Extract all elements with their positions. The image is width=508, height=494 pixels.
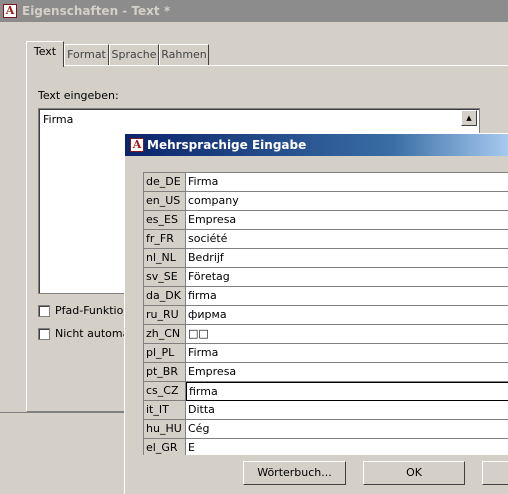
translation-cell[interactable]: Empresa — [186, 363, 508, 382]
language-code: ru_RU — [144, 306, 186, 325]
dictionary-button-label: Wörterbuch... — [257, 466, 332, 479]
tab-label: Format — [67, 48, 106, 61]
tab-language[interactable]: Sprache — [109, 44, 159, 65]
path-function-checkbox[interactable] — [38, 305, 50, 317]
tab-frame[interactable]: Rahmen — [159, 44, 209, 65]
grid-row: en_US company — [144, 192, 508, 211]
translation-cell[interactable]: Ε — [186, 439, 508, 455]
grid-row: it_IT Ditta — [144, 401, 508, 420]
grid-row: nl_NL Bedrijf — [144, 249, 508, 268]
translation-cell-selected[interactable]: firma — [186, 382, 508, 401]
grid-row: pt_BR Empresa — [144, 363, 508, 382]
tab-text[interactable]: Text — [26, 41, 64, 67]
translation-cell[interactable]: firma — [186, 287, 508, 306]
grid-row: ru_RU фирма — [144, 306, 508, 325]
tab-label: Text — [33, 45, 57, 58]
not-automatic-checkbox[interactable] — [38, 328, 50, 340]
translation-cell[interactable]: Firma — [186, 344, 508, 363]
language-grid: de_DE Firma en_US company es_ES Empresa … — [143, 172, 508, 455]
tab-format[interactable]: Format — [64, 44, 109, 65]
translation-cell[interactable]: Bedrijf — [186, 249, 508, 268]
grid-row: sv_SE Företag — [144, 268, 508, 287]
translation-cell[interactable]: фирма — [186, 306, 508, 325]
language-code: zh_CN — [144, 325, 186, 344]
grid-row: cs_CZ firma — [144, 382, 508, 401]
dictionary-button[interactable]: Wörterbuch... — [243, 461, 346, 485]
grid-row: da_DK firma — [144, 287, 508, 306]
dialog-title: Mehrsprachige Eingabe — [147, 138, 307, 152]
ok-button[interactable]: OK — [363, 461, 465, 485]
grid-row: de_DE Firma — [144, 173, 508, 192]
language-code: cs_CZ — [144, 382, 186, 401]
grid-row: fr_FR société — [144, 230, 508, 249]
language-code: hu_HU — [144, 420, 186, 439]
translation-cell[interactable]: Firma — [186, 173, 508, 192]
window-title: Eigenschaften - Text * — [22, 4, 171, 18]
language-code: sv_SE — [144, 268, 186, 287]
scroll-up-button[interactable]: ▲ — [461, 110, 477, 126]
multilingual-dialog: A Mehrsprachige Eingabe de_DE Firma en_U… — [124, 133, 508, 494]
translation-cell[interactable]: company — [186, 192, 508, 211]
language-code: pl_PL — [144, 344, 186, 363]
dialog-title-bar: A Mehrsprachige Eingabe — [125, 134, 508, 156]
ok-button-label: OK — [406, 466, 422, 479]
translation-cell[interactable]: Företag — [186, 268, 508, 287]
language-code: de_DE — [144, 173, 186, 192]
language-code: fr_FR — [144, 230, 186, 249]
grid-row: pl_PL Firma — [144, 344, 508, 363]
tab-label: Sprache — [111, 48, 157, 61]
text-input-label-text: Text eingeben: — [38, 89, 119, 102]
dialog-app-icon: A — [130, 138, 144, 152]
language-code: it_IT — [144, 401, 186, 420]
grid-row: el_GR Ε — [144, 439, 508, 455]
grid-row: zh_CN □□ — [144, 325, 508, 344]
translation-cell[interactable]: □□ — [186, 325, 508, 344]
grid-row: hu_HU Cég — [144, 420, 508, 439]
language-code: en_US — [144, 192, 186, 211]
translation-cell[interactable]: société — [186, 230, 508, 249]
translation-cell[interactable]: Cég — [186, 420, 508, 439]
tab-label: Rahmen — [161, 48, 207, 61]
language-code: es_ES — [144, 211, 186, 230]
grid-row: es_ES Empresa — [144, 211, 508, 230]
language-code: pt_BR — [144, 363, 186, 382]
language-code: nl_NL — [144, 249, 186, 268]
text-input-label: Text eingeben: — [38, 89, 119, 102]
cancel-button-partial[interactable] — [482, 461, 508, 485]
text-input-value: Firma — [43, 113, 74, 126]
language-code: da_DK — [144, 287, 186, 306]
translation-cell[interactable]: Ditta — [186, 401, 508, 420]
properties-title-bar: A Eigenschaften - Text * — [0, 0, 508, 22]
panel-divider — [0, 412, 124, 413]
app-icon: A — [3, 4, 17, 18]
triangle-up-icon: ▲ — [466, 114, 472, 122]
translation-cell[interactable]: Empresa — [186, 211, 508, 230]
language-code: el_GR — [144, 439, 186, 455]
